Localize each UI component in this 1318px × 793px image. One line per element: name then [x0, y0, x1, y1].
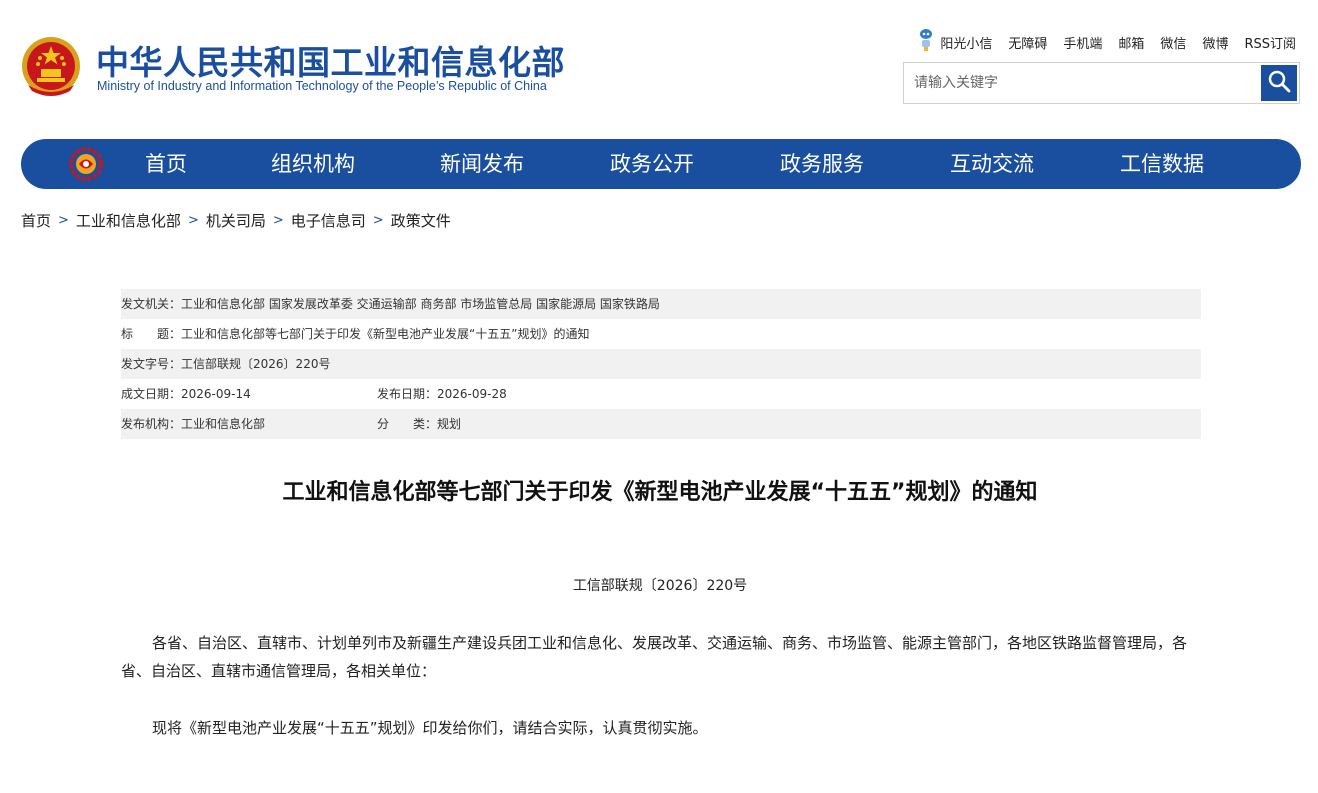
search-button[interactable]	[1261, 65, 1297, 101]
breadcrumb-home[interactable]: 首页	[21, 210, 51, 231]
document-meta-table: 发文机关： 工业和信息化部 国家发展改革委 交通运输部 商务部 市场监管总局 国…	[121, 289, 1201, 439]
weibo-link[interactable]: 微博	[1202, 33, 1228, 52]
breadcrumb-departments[interactable]: 机关司局	[206, 210, 266, 231]
meta-label: 发布机构：	[121, 417, 182, 431]
meta-value: 工信部联规〔2026〕220号	[181, 357, 331, 371]
breadcrumb: 首页 > 工业和信息化部 > 机关司局 > 电子信息司 > 政策文件	[21, 210, 451, 231]
article-title: 工业和信息化部等七部门关于印发《新型电池产业发展“十五五”规划》的通知	[282, 480, 1038, 505]
nav-home[interactable]: 首页	[145, 139, 187, 189]
top-links: 阳光小信 无障碍 手机端 邮箱 微信 微博 RSS订阅	[918, 28, 1296, 56]
wechat-link[interactable]: 微信	[1160, 33, 1186, 52]
breadcrumb-ministry[interactable]: 工业和信息化部	[76, 210, 181, 231]
breadcrumb-separator: >	[58, 213, 69, 228]
meta-label: 标 题：	[121, 327, 182, 341]
miit-gear-logo-icon	[69, 147, 103, 181]
meta-row-issuer: 发文机关： 工业和信息化部 国家发展改革委 交通运输部 商务部 市场监管总局 国…	[121, 289, 1201, 319]
meta-row-dates: 成文日期： 2026-09-14 发布日期： 2026-09-28	[121, 379, 1201, 409]
document-number: 工信部联规〔2026〕220号	[572, 578, 748, 594]
meta-row-title: 标 题： 工业和信息化部等七部门关于印发《新型电池产业发展“十五五”规划》的通知	[121, 319, 1201, 349]
rss-link[interactable]: RSS订阅	[1244, 33, 1296, 52]
site-title[interactable]: 中华人民共和国工业和信息化部	[96, 36, 565, 84]
breadcrumb-electronics[interactable]: 电子信息司	[291, 210, 366, 231]
search-box	[903, 62, 1300, 104]
national-emblem-icon	[20, 33, 82, 97]
meta-value: 工业和信息化部等七部门关于印发《新型电池产业发展“十五五”规划》的通知	[181, 327, 590, 341]
article-paragraph: 现将《新型电池产业发展“十五五”规划》印发给你们，请结合实际，认真贯彻实施。	[152, 719, 708, 737]
mobile-link[interactable]: 手机端	[1063, 33, 1102, 52]
nav-interaction[interactable]: 互动交流	[950, 139, 1034, 189]
meta-label: 成文日期：	[121, 387, 182, 401]
meta-value: 2026-09-14	[181, 387, 251, 401]
meta-cell-written: 成文日期： 2026-09-14	[121, 379, 377, 409]
meta-label: 发文机关：	[121, 297, 182, 311]
article-paragraph: 各省、自治区、直辖市、计划单列市及新疆生产建设兵团工业和信息化、发展改革、交通运…	[121, 634, 1188, 680]
search-input[interactable]	[904, 63, 1260, 103]
breadcrumb-separator: >	[272, 213, 284, 228]
meta-value: 工业和信息化部	[181, 417, 266, 431]
breadcrumb-separator: >	[372, 213, 384, 228]
meta-label: 分 类：	[377, 417, 438, 431]
meta-row-agency: 发布机构： 工业和信息化部 分 类： 规划	[121, 409, 1201, 439]
nav-data[interactable]: 工信数据	[1120, 139, 1204, 189]
meta-value: 规划	[437, 417, 462, 431]
meta-value: 工业和信息化部 国家发展改革委 交通运输部 商务部 市场监管总局 国家能源局 国…	[181, 297, 660, 311]
breadcrumb-policy[interactable]: 政策文件	[391, 210, 451, 231]
nav-gov-services[interactable]: 政务服务	[780, 139, 864, 189]
assistant-label[interactable]: 阳光小信	[940, 33, 992, 52]
nav-organization[interactable]: 组织机构	[271, 139, 355, 189]
site-subtitle: Ministry of Industry and Information Tec…	[97, 79, 547, 93]
meta-cell-category: 分 类： 规划	[377, 409, 461, 439]
assistant-link[interactable]: 阳光小信	[918, 28, 992, 56]
robot-icon	[918, 28, 934, 56]
mail-link[interactable]: 邮箱	[1118, 33, 1144, 52]
meta-cell-published: 发布日期： 2026-09-28	[377, 379, 507, 409]
breadcrumb-separator: >	[187, 213, 199, 228]
accessibility-link[interactable]: 无障碍	[1008, 33, 1047, 52]
meta-row-docno: 发文字号： 工信部联规〔2026〕220号	[121, 349, 1201, 379]
meta-cell-agency: 发布机构： 工业和信息化部	[121, 409, 377, 439]
meta-value: 2026-09-28	[437, 387, 507, 401]
meta-label: 发文字号：	[121, 357, 182, 371]
nav-gov-affairs[interactable]: 政务公开	[610, 139, 694, 189]
search-icon	[1267, 69, 1291, 97]
meta-label: 发布日期：	[377, 387, 438, 401]
main-nav: 首页 组织机构 新闻发布 政务公开 政务服务 互动交流 工信数据	[21, 139, 1301, 189]
nav-news[interactable]: 新闻发布	[440, 139, 524, 189]
